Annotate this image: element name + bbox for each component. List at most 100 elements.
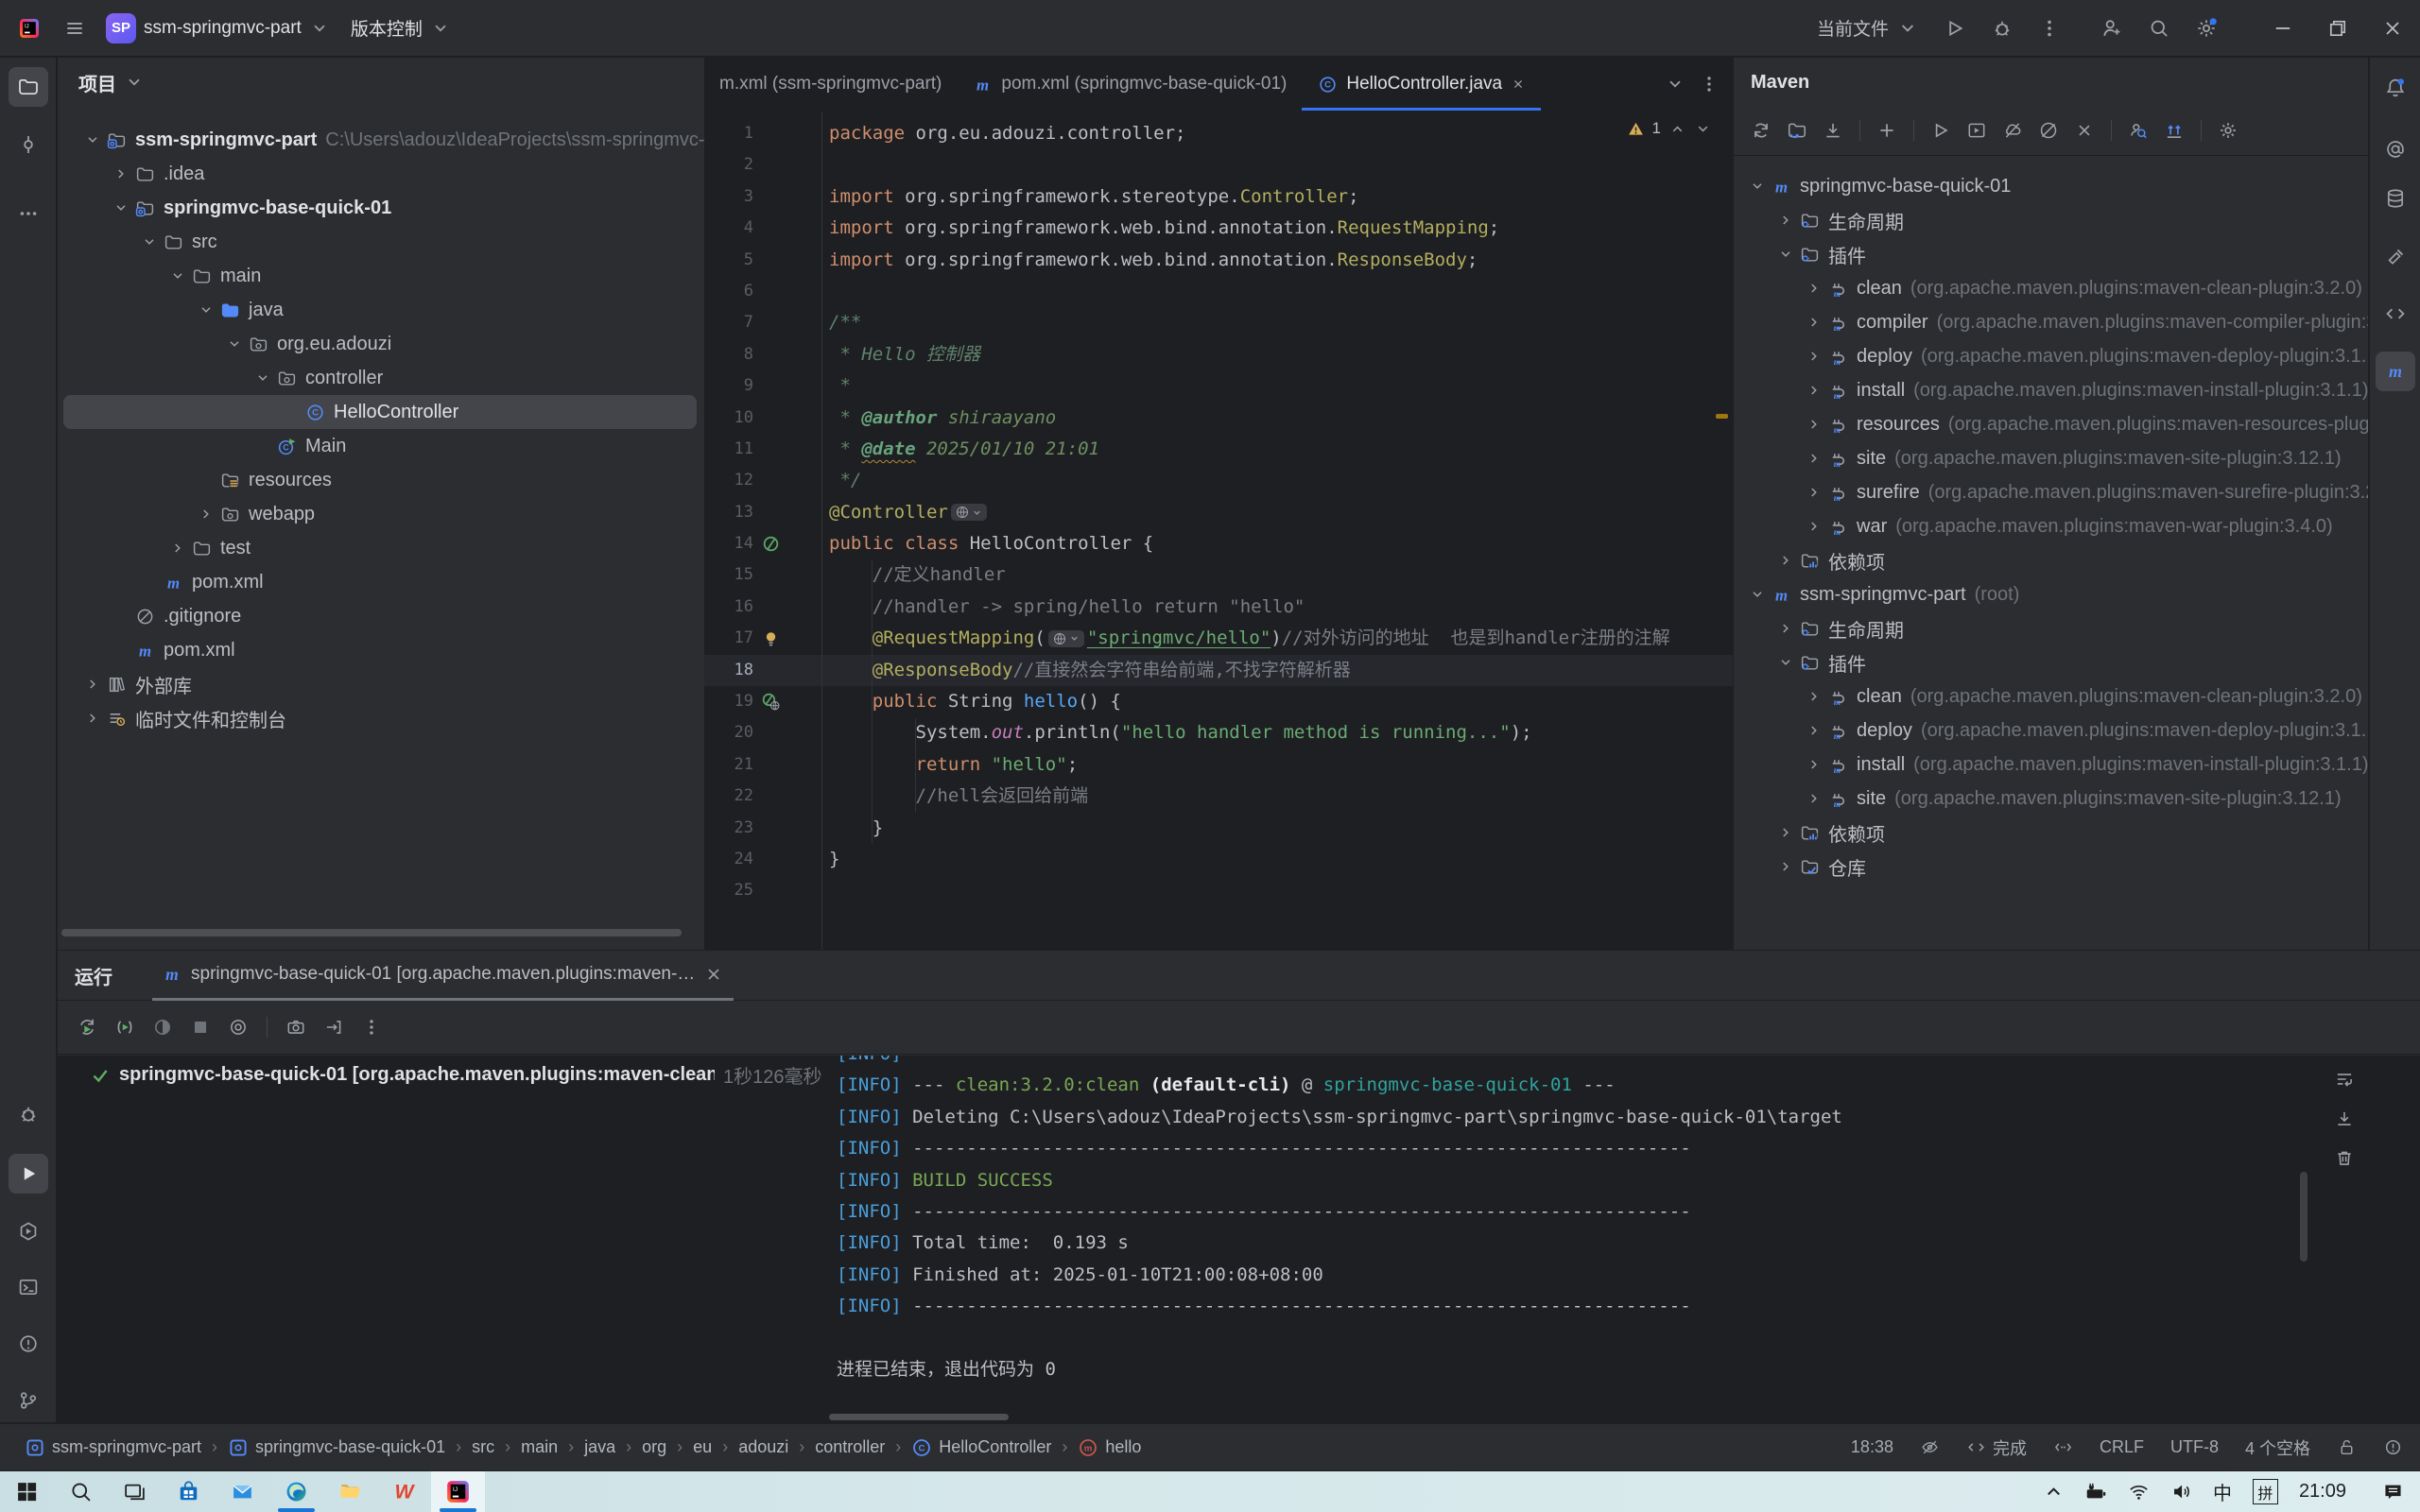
project-horizontal-scrollbar[interactable] [61, 929, 682, 936]
tsearch-taskbar-button[interactable] [54, 1471, 108, 1512]
dots-v-icon[interactable] [2038, 17, 2061, 40]
wifi-icon[interactable] [2128, 1481, 2150, 1503]
line-number[interactable]: 8 [704, 339, 753, 370]
hidden-tabs-icon[interactable] [1665, 74, 1685, 94]
stop-button[interactable] [184, 1011, 216, 1043]
breadcrumb-item[interactable]: springmvc-base-quick-01 [228, 1437, 445, 1458]
services-tool-button[interactable] [9, 1211, 48, 1251]
line-number[interactable]: 12 [704, 465, 753, 496]
line-number[interactable]: 16 [704, 592, 753, 623]
tree-row[interactable]: test [63, 531, 697, 565]
console-output[interactable]: [INFO][INFO] --- clean:3.2.0:clean (defa… [837, 1056, 2360, 1411]
chevron-right-icon[interactable] [1802, 382, 1826, 399]
line-number[interactable]: 2 [704, 149, 753, 180]
maven-tree-row[interactable]: 插件 [1734, 645, 2368, 679]
speaker-icon[interactable] [2170, 1481, 2192, 1503]
chevron-down-icon[interactable] [137, 233, 162, 250]
maven-tree-row[interactable]: mdeploy(org.apache.maven.plugins:maven-d… [1734, 713, 2368, 747]
line-number[interactable]: 1 [704, 118, 753, 149]
tree-row[interactable]: resources [63, 463, 697, 497]
bug-tool-button[interactable] [9, 1094, 48, 1134]
chevron-down-icon[interactable] [1745, 586, 1770, 603]
maven-tree-row[interactable]: mwar(org.apache.maven.plugins:maven-war-… [1734, 509, 2368, 543]
line-number[interactable]: 21 [704, 749, 753, 781]
minimize-button[interactable] [2256, 0, 2310, 57]
console-horizontal-scrollbar[interactable] [829, 1414, 1009, 1420]
breadcrumb-item[interactable]: adouzi [738, 1437, 788, 1457]
tree-row[interactable]: mpom.xml [63, 565, 697, 599]
rerun-button[interactable] [71, 1011, 103, 1043]
battery-icon[interactable] [2085, 1481, 2107, 1503]
breadcrumb-item[interactable]: org [642, 1437, 666, 1457]
chevron-down-icon[interactable] [1773, 246, 1798, 263]
line-number[interactable]: 14 [704, 528, 753, 559]
chevron-down-icon[interactable] [194, 301, 218, 318]
chevron-right-icon[interactable] [1802, 314, 1826, 331]
line-number[interactable]: 9 [704, 370, 753, 402]
chevron-right-icon[interactable] [1802, 348, 1826, 365]
line-number[interactable]: 24 [704, 844, 753, 875]
plus-button[interactable] [1871, 114, 1903, 146]
line-number[interactable]: 13 [704, 497, 753, 528]
wps-taskbar-button[interactable]: W [377, 1471, 431, 1512]
tree-row[interactable]: .gitignore [63, 599, 697, 633]
build-tool-button[interactable] [2376, 237, 2415, 277]
tree-row[interactable]: springmvc-base-quick-01 [63, 191, 697, 225]
maven-tree-row[interactable]: 插件 [1734, 237, 2368, 271]
tree-row[interactable]: webapp [63, 497, 697, 531]
dots-v-button[interactable] [355, 1011, 388, 1043]
maven-tree-row[interactable]: 依赖项 [1734, 816, 2368, 850]
susp-button[interactable] [147, 1011, 179, 1043]
clock[interactable]: 21:09 [2299, 1481, 2346, 1503]
tree-row[interactable]: .idea [63, 157, 697, 191]
editor-tab[interactable]: m.xml (ssm-springmvc-part) [704, 58, 957, 111]
offline-button[interactable] [1996, 114, 2029, 146]
maven-tree-row[interactable]: msite(org.apache.maven.plugins:maven-sit… [1734, 782, 2368, 816]
chevron-right-icon[interactable] [1802, 688, 1826, 705]
gutter-bean-icon[interactable] [759, 532, 782, 555]
close-icon[interactable] [703, 964, 724, 985]
tree-row[interactable]: src [63, 225, 697, 259]
tree-row[interactable]: main [63, 259, 697, 293]
maven-tree-row[interactable]: minstall(org.apache.maven.plugins:maven-… [1734, 747, 2368, 782]
maven-tree-row[interactable]: mdeploy(org.apache.maven.plugins:maven-d… [1734, 339, 2368, 373]
chevron-right-icon[interactable] [1802, 280, 1826, 297]
expand-all-button[interactable] [2158, 114, 2190, 146]
line-number[interactable]: 11 [704, 434, 753, 465]
chevron-down-icon[interactable] [124, 72, 145, 93]
maven-tree-row[interactable]: mspringmvc-base-quick-01 [1734, 169, 2368, 203]
tview-taskbar-button[interactable] [108, 1471, 162, 1512]
code-editor[interactable]: 1234567891011121314151617181920212223242… [704, 112, 1733, 950]
inspections-widget[interactable]: 1 [1627, 119, 1712, 138]
chevron-right-icon[interactable] [194, 506, 218, 523]
chevron-right-icon[interactable] [1802, 416, 1826, 433]
project-switcher[interactable]: SP ssm-springmvc-part [106, 13, 330, 43]
maven-tree-row[interactable]: mssm-springmvc-part(root) [1734, 577, 2368, 611]
line-number-gutter[interactable]: 1234567891011121314151617181920212223242… [704, 118, 753, 907]
line-separator[interactable]: CRLF [2100, 1437, 2144, 1457]
breadcrumb-item[interactable]: main [521, 1437, 558, 1457]
maven-tree-row[interactable]: 生命周期 [1734, 611, 2368, 645]
line-number[interactable]: 18 [704, 655, 753, 686]
chevron-right-icon[interactable] [1773, 212, 1798, 229]
chevron-right-icon[interactable] [1802, 722, 1826, 739]
code-i-tool-button[interactable] [2376, 294, 2415, 334]
chevron-right-icon[interactable] [1802, 450, 1826, 467]
maven-tree-row[interactable]: 仓库 [1734, 850, 2368, 884]
line-number[interactable]: 3 [704, 181, 753, 213]
run-configuration-selector[interactable]: 当前文件 [1817, 15, 1919, 41]
explorer-taskbar-button[interactable] [323, 1471, 377, 1512]
maven-tree-row[interactable]: mclean(org.apache.maven.plugins:maven-cl… [1734, 271, 2368, 305]
chevron-down-icon[interactable] [165, 267, 190, 284]
line-number[interactable]: 7 [704, 307, 753, 338]
line-number[interactable]: 25 [704, 875, 753, 906]
idea-logo-taskbar-button[interactable]: IJ [431, 1471, 485, 1512]
chevron-down-icon[interactable] [222, 335, 247, 352]
console-vertical-scrollbar[interactable] [2300, 1172, 2308, 1262]
maven-tree-row[interactable]: 依赖项 [1734, 543, 2368, 577]
chevron-down-icon[interactable] [1773, 654, 1798, 671]
gear-dot-icon[interactable] [2195, 17, 2218, 40]
breadcrumb-item[interactable]: mhello [1078, 1437, 1141, 1458]
play-tb-icon[interactable] [1944, 17, 1966, 40]
run-goal-button[interactable] [1961, 114, 1993, 146]
